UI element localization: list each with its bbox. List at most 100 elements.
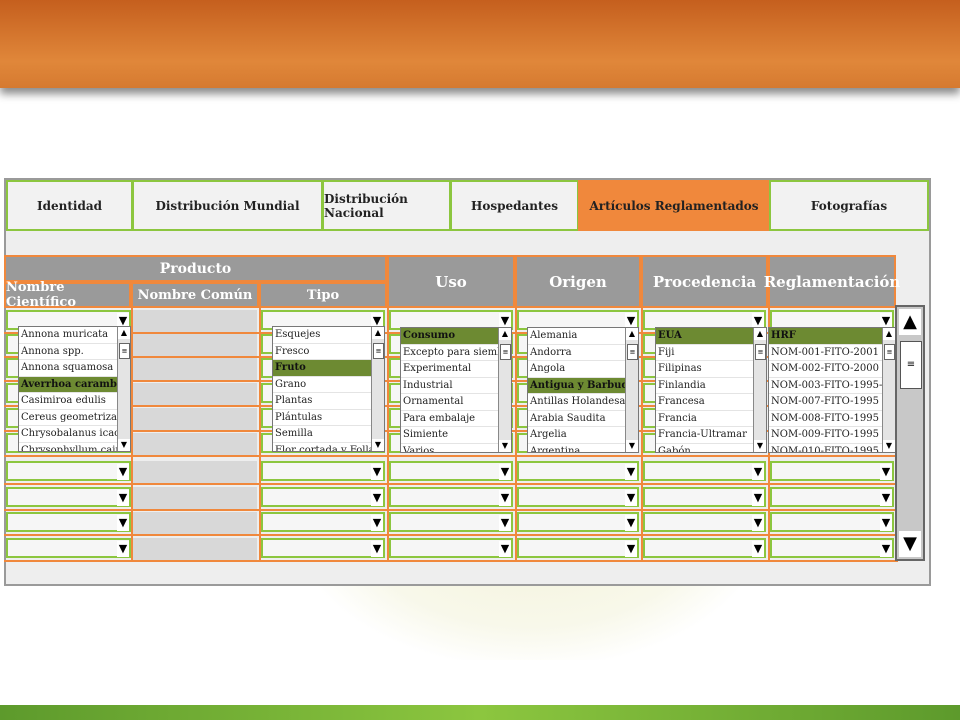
triangle-up-icon[interactable]: ▲ [754, 328, 766, 340]
list-item[interactable]: EUA [656, 328, 753, 345]
dropdown-reglamentacion[interactable]: ▼ [770, 538, 894, 558]
triangle-down-icon[interactable]: ▼ [880, 515, 892, 531]
dropdown-origen[interactable]: ▼ [517, 512, 639, 532]
list-item[interactable]: Annona squamosa [19, 360, 117, 377]
list-item[interactable]: Experimental [401, 361, 498, 378]
list-item[interactable]: Finlandia [656, 378, 753, 394]
triangle-down-icon[interactable]: ▼ [118, 439, 130, 451]
list-item[interactable]: Grano [273, 377, 371, 393]
listbox-origen[interactable]: Alemania Andorra Angola Antigua y Barbuda An… [527, 327, 639, 453]
list-item[interactable]: Industrial [401, 378, 498, 394]
dropdown-nombre-cientifico[interactable]: ▼ [6, 487, 131, 507]
list-item[interactable]: Flor cortada y Follaje fresco [273, 443, 371, 452]
triangle-down-icon[interactable]: ▼ [371, 515, 383, 531]
list-item[interactable]: NOM-010-FITO-1995 [769, 444, 882, 453]
grip-icon[interactable]: ≡ [900, 341, 922, 389]
listbox-uso[interactable]: ConsumoExcepto para siembraExperimentalI… [400, 327, 512, 453]
tab-distribucion-mundial[interactable]: Distribución Mundial [132, 180, 323, 231]
grip-icon[interactable]: ≡ [500, 344, 511, 360]
dropdown-tipo[interactable]: ▼ [261, 512, 385, 532]
triangle-up-icon[interactable]: ▲ [499, 328, 511, 340]
grip-icon[interactable]: ≡ [627, 344, 638, 360]
list-item[interactable]: NOM-008-FITO-1995 [769, 411, 882, 427]
grip-icon[interactable]: ≡ [884, 344, 895, 360]
list-item[interactable]: Annona muricata [19, 327, 117, 344]
triangle-down-icon[interactable]: ▼ [372, 439, 384, 451]
list-item[interactable]: Chrysobalanus icaco [19, 426, 117, 443]
list-item[interactable]: Fiji [656, 345, 753, 361]
listbox-procedencia[interactable]: EUA Fiji Filipinas Finlandia Francesa Francia… [655, 327, 767, 453]
list-item[interactable]: Alemania [528, 328, 625, 345]
triangle-down-icon[interactable]: ▼ [625, 515, 637, 531]
list-item[interactable]: Antigua y Barbuda [528, 377, 625, 394]
triangle-down-icon[interactable]: ▼ [625, 490, 637, 506]
triangle-up-icon[interactable]: ▲ [118, 327, 130, 339]
tab-distribucion-nacional[interactable]: Distribución Nacional [322, 180, 451, 231]
dropdown-reglamentacion[interactable]: ▼ [770, 512, 894, 532]
list-scrollbar[interactable]: ▲ ≡ ▼ [625, 328, 638, 452]
triangle-down-icon[interactable]: ▼ [117, 515, 129, 531]
triangle-down-icon[interactable]: ▼ [883, 440, 895, 452]
list-item[interactable]: Chrysophyllum cainito [19, 443, 117, 452]
list-item[interactable]: NOM-002-FITO-2000 [769, 361, 882, 378]
list-item[interactable]: Arabia Saudita [528, 411, 625, 427]
dropdown-nombre-cientifico[interactable]: ▼ [6, 538, 131, 558]
triangle-down-icon[interactable]: ▼ [499, 440, 511, 452]
list-item[interactable]: Semilla [273, 426, 371, 443]
list-item[interactable]: Plántulas [273, 410, 371, 426]
triangle-down-icon[interactable]: ▼ [117, 490, 129, 506]
triangle-down-icon[interactable]: ▼ [752, 541, 764, 557]
list-scrollbar[interactable]: ▲ ≡ ▼ [753, 328, 766, 452]
list-item[interactable]: Argentina [528, 444, 625, 453]
dropdown-uso[interactable]: ▼ [389, 487, 513, 507]
triangle-down-icon[interactable]: ▼ [371, 490, 383, 506]
listbox-reglamentacion[interactable]: HRF NOM-001-FITO-2001 NOM-002-FITO-2000 NOM… [768, 327, 896, 453]
list-item[interactable]: Varios [401, 444, 498, 453]
list-item[interactable]: Ornamental [401, 394, 498, 411]
grid-scrollbar[interactable]: ▲ ≡ ▼ [895, 305, 925, 561]
triangle-down-icon[interactable]: ▼ [371, 464, 383, 480]
list-item[interactable]: Francesa [656, 394, 753, 411]
list-item[interactable]: Andorra [528, 345, 625, 361]
listbox-tipo[interactable]: Esquejes Fresco Fruto Grano Plantas Plántulas… [272, 326, 385, 452]
triangle-down-icon[interactable]: ▼ [752, 515, 764, 531]
triangle-down-icon[interactable]: ▼ [499, 515, 511, 531]
list-item[interactable]: Averrhoa carambola [19, 376, 117, 393]
triangle-down-icon[interactable]: ▼ [899, 531, 921, 557]
triangle-down-icon[interactable]: ▼ [371, 541, 383, 557]
list-item[interactable]: Argelia [528, 427, 625, 444]
dropdown-procedencia[interactable]: ▼ [643, 512, 766, 532]
triangle-down-icon[interactable]: ▼ [625, 464, 637, 480]
list-item[interactable]: Antillas Holandesas [528, 394, 625, 411]
list-item[interactable]: Fresco [273, 344, 371, 360]
list-item[interactable]: Francia [656, 411, 753, 427]
list-item[interactable]: Cereus geometrizans [19, 410, 117, 426]
list-item[interactable]: NOM-007-FITO-1995 [769, 394, 882, 411]
list-scrollbar[interactable]: ▲ ≡ ▼ [117, 327, 130, 451]
list-item[interactable]: Excepto para siembra [401, 345, 498, 361]
triangle-down-icon[interactable]: ▼ [499, 541, 511, 557]
dropdown-reglamentacion[interactable]: ▼ [770, 461, 894, 481]
triangle-up-icon[interactable]: ▲ [899, 309, 921, 335]
dropdown-tipo[interactable]: ▼ [261, 461, 385, 481]
dropdown-procedencia[interactable]: ▼ [643, 487, 766, 507]
list-item[interactable]: Filipinas [656, 361, 753, 378]
triangle-down-icon[interactable]: ▼ [752, 464, 764, 480]
triangle-up-icon[interactable]: ▲ [626, 328, 638, 340]
grip-icon[interactable]: ≡ [119, 343, 130, 359]
list-item[interactable]: NOM-009-FITO-1995 [769, 427, 882, 444]
dropdown-origen[interactable]: ▼ [517, 487, 639, 507]
triangle-down-icon[interactable]: ▼ [880, 490, 892, 506]
tab-identidad[interactable]: Identidad [6, 180, 133, 231]
dropdown-nombre-cientifico[interactable]: ▼ [6, 512, 131, 532]
triangle-down-icon[interactable]: ▼ [752, 490, 764, 506]
dropdown-uso[interactable]: ▼ [389, 512, 513, 532]
triangle-down-icon[interactable]: ▼ [880, 464, 892, 480]
list-item[interactable]: Para embalaje [401, 411, 498, 427]
list-item[interactable]: HRF [769, 328, 882, 345]
tab-articulos-reglamentados[interactable]: Artículos Reglamentados [578, 180, 770, 231]
triangle-down-icon[interactable]: ▼ [626, 440, 638, 452]
dropdown-tipo[interactable]: ▼ [261, 538, 385, 558]
list-item[interactable]: Esquejes [273, 327, 371, 344]
list-scrollbar[interactable]: ▲ ≡ ▼ [498, 328, 511, 452]
